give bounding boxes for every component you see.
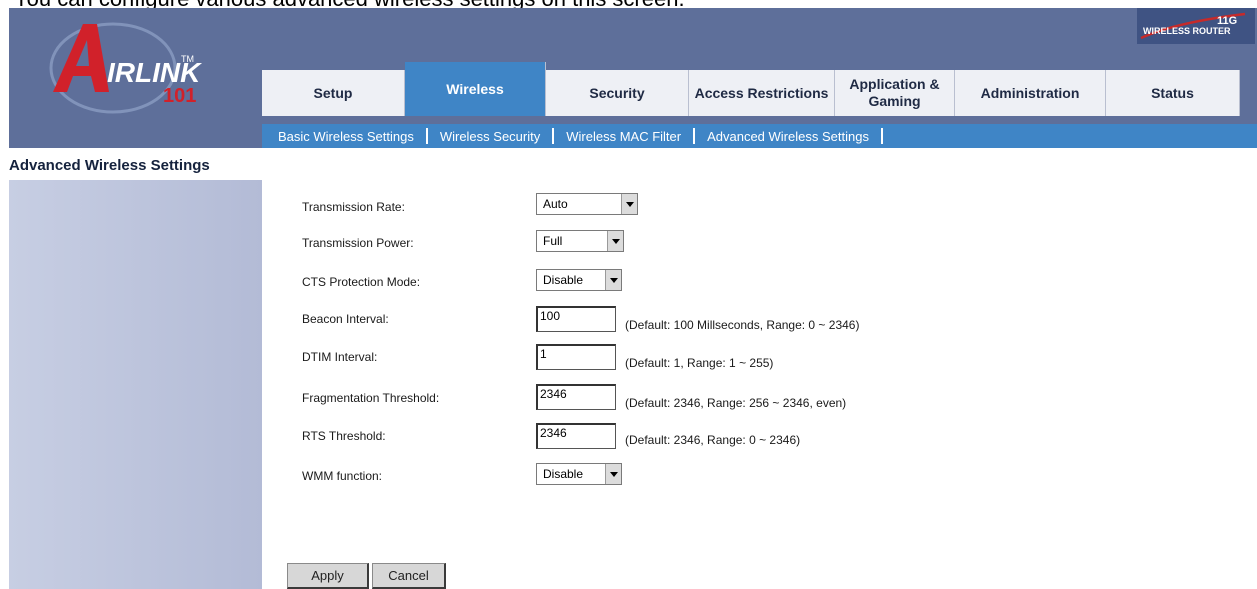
sidebar-title-box: Advanced Wireless Settings: [9, 148, 262, 180]
chevron-down-icon: [605, 464, 621, 484]
subnav-wireless-security[interactable]: Wireless Security: [440, 129, 540, 144]
fragmentation-threshold-label: Fragmentation Threshold:: [302, 391, 440, 405]
cts-protection-label: CTS Protection Mode:: [302, 275, 421, 289]
fragmentation-threshold-input[interactable]: 2346: [536, 384, 616, 410]
cts-protection-value: Disable: [543, 273, 584, 287]
tab-setup[interactable]: Setup: [262, 70, 405, 116]
transmission-power-label: Transmission Power:: [302, 236, 414, 250]
transmission-power-select[interactable]: Full: [536, 230, 624, 252]
router-badge-icon: 11G WIRELESS ROUTER: [1140, 12, 1246, 40]
chevron-down-icon: [605, 270, 621, 290]
chevron-down-icon: [607, 231, 623, 251]
wmm-function-label: WMM function:: [302, 469, 383, 483]
tab-status[interactable]: Status: [1106, 70, 1240, 116]
subnav-wireless-mac-filter[interactable]: Wireless MAC Filter: [566, 129, 681, 144]
tab-application-gaming[interactable]: Application & Gaming: [835, 70, 955, 116]
rts-threshold-label: RTS Threshold:: [302, 429, 386, 443]
fragmentation-threshold-hint: (Default: 2346, Range: 256 ~ 2346, even): [625, 396, 847, 410]
wmm-function-select[interactable]: Disable: [536, 463, 622, 485]
cancel-button[interactable]: Cancel: [372, 563, 446, 589]
cts-protection-select[interactable]: Disable: [536, 269, 622, 291]
logo-area: IRLINK TM 101: [9, 8, 261, 124]
airlink-logo-icon: IRLINK TM 101: [49, 22, 202, 114]
beacon-interval-label: Beacon Interval:: [302, 312, 389, 326]
transmission-rate-label: Transmission Rate:: [302, 200, 405, 214]
sub-nav: Basic Wireless Settings Wireless Securit…: [262, 124, 1257, 148]
subnav-separator: [880, 128, 883, 144]
subnav-advanced-wireless-settings[interactable]: Advanced Wireless Settings: [707, 129, 869, 144]
apply-button[interactable]: Apply: [287, 563, 369, 589]
rts-threshold-input[interactable]: 2346: [536, 423, 616, 449]
subnav-separator: [425, 128, 428, 144]
svg-text:WIRELESS ROUTER: WIRELESS ROUTER: [1143, 26, 1231, 36]
svg-text:TM: TM: [181, 54, 194, 64]
tab-access-restrictions[interactable]: Access Restrictions: [689, 70, 835, 116]
transmission-rate-value: Auto: [543, 197, 568, 211]
wireless-router-badge: 11G WIRELESS ROUTER: [1137, 8, 1255, 44]
transmission-rate-select[interactable]: Auto: [536, 193, 638, 215]
transmission-power-value: Full: [543, 234, 563, 248]
wmm-function-value: Disable: [543, 467, 584, 481]
sidebar-title: Advanced Wireless Settings: [9, 157, 210, 174]
beacon-interval-input[interactable]: 100: [536, 306, 616, 332]
beacon-interval-hint: (Default: 100 Millseconds, Range: 0 ~ 23…: [625, 318, 860, 332]
rts-threshold-hint: (Default: 2346, Range: 0 ~ 2346): [625, 433, 801, 447]
tab-wireless[interactable]: Wireless: [405, 62, 546, 116]
dtim-interval-label: DTIM Interval:: [302, 350, 378, 364]
chevron-down-icon: [621, 194, 637, 214]
subnav-separator: [693, 128, 696, 144]
svg-text:101: 101: [163, 85, 196, 107]
left-sidebar: [9, 148, 262, 589]
tab-security[interactable]: Security: [546, 70, 689, 116]
subnav-separator: [552, 128, 555, 144]
dtim-interval-input[interactable]: 1: [536, 344, 616, 370]
main-nav: Setup Wireless Security Access Restricti…: [262, 62, 1240, 116]
subnav-basic-wireless-settings[interactable]: Basic Wireless Settings: [278, 129, 414, 144]
dtim-interval-hint: (Default: 1, Range: 1 ~ 255): [625, 356, 774, 370]
tab-administration[interactable]: Administration: [955, 70, 1106, 116]
